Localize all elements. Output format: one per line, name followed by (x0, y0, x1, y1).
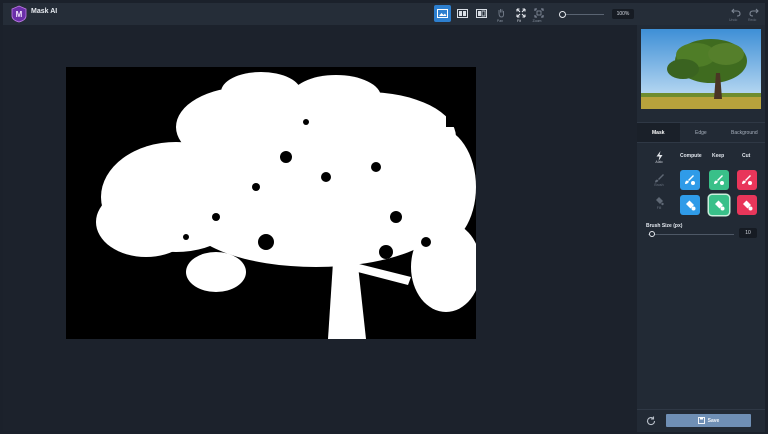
svg-text:M: M (16, 10, 23, 19)
fit-label: Fit (517, 19, 521, 23)
column-compute: Compute (680, 153, 702, 159)
image-view-icon (437, 9, 448, 18)
fill-label: Fill (656, 206, 662, 210)
brush-size-slider-track[interactable] (648, 234, 734, 235)
brush-icon (742, 175, 752, 185)
compute-brush-button[interactable] (680, 170, 700, 190)
app-title: Mask AI (31, 8, 58, 15)
zoom-slider-track[interactable] (560, 14, 604, 15)
divider (637, 142, 765, 143)
original-image-thumbnail[interactable] (641, 29, 761, 109)
brush-size-value[interactable]: 10 (739, 228, 757, 238)
pan-label: Pan (496, 19, 504, 23)
redo-icon (748, 8, 759, 17)
reset-button[interactable] (645, 415, 657, 427)
app-logo-icon: M (11, 5, 27, 23)
compute-fill-button[interactable] (680, 195, 700, 215)
overlay-view-icon (476, 9, 487, 18)
right-panel: Mask Edge Background Auto Brush Fill Com… (637, 25, 765, 432)
column-keep: Keep (712, 153, 725, 159)
paint-bucket-icon (686, 200, 696, 211)
cut-fill-button[interactable] (737, 195, 757, 215)
save-label: Save (707, 417, 720, 424)
split-view-icon (457, 9, 468, 18)
brush-icon (685, 175, 695, 185)
keep-brush-button[interactable] (709, 170, 729, 190)
auto-label: Auto (655, 160, 663, 164)
app-window: M Mask AI Pan Fit Zoom 100% Undo Redo Ma… (3, 3, 765, 432)
view-overlay-button[interactable] (473, 5, 490, 22)
zoom-value[interactable]: 100% (612, 9, 634, 19)
view-side-by-side-button[interactable] (454, 5, 471, 22)
editor-canvas[interactable] (3, 25, 635, 431)
fit-icon (515, 7, 526, 18)
keep-fill-button[interactable] (709, 195, 729, 215)
column-cut: Cut (742, 153, 751, 159)
brush-label: Brush (654, 183, 664, 187)
undo-label: Undo (729, 18, 738, 22)
view-mask-only-button[interactable] (434, 5, 451, 22)
zoom-icon (534, 8, 543, 17)
paint-bucket-icon (656, 197, 664, 206)
save-icon (697, 417, 705, 424)
cut-brush-button[interactable] (737, 170, 757, 190)
top-toolbar: M Mask AI Pan Fit Zoom 100% Undo Redo (3, 3, 765, 25)
redo-label: Redo (748, 18, 757, 22)
paint-bucket-icon (743, 200, 753, 211)
paint-bucket-icon (715, 200, 725, 211)
undo-icon (730, 8, 741, 17)
tab-mask[interactable]: Mask (652, 130, 665, 136)
brush-icon (714, 175, 724, 185)
tab-edge[interactable]: Edge (695, 130, 707, 136)
reset-icon (646, 416, 656, 426)
tab-background[interactable]: Background (731, 130, 758, 136)
pan-icon (498, 8, 505, 18)
mask-preview-image[interactable] (66, 67, 476, 339)
brush-size-label: Brush Size (px) (646, 223, 683, 229)
brush-icon (655, 174, 664, 183)
zoom-slider-knob[interactable] (559, 11, 566, 18)
brush-size-slider-knob[interactable] (649, 231, 655, 237)
save-button[interactable]: Save (666, 414, 751, 427)
zoom-tool-label: Zoom (532, 19, 542, 23)
panel-footer: Save (637, 409, 765, 432)
